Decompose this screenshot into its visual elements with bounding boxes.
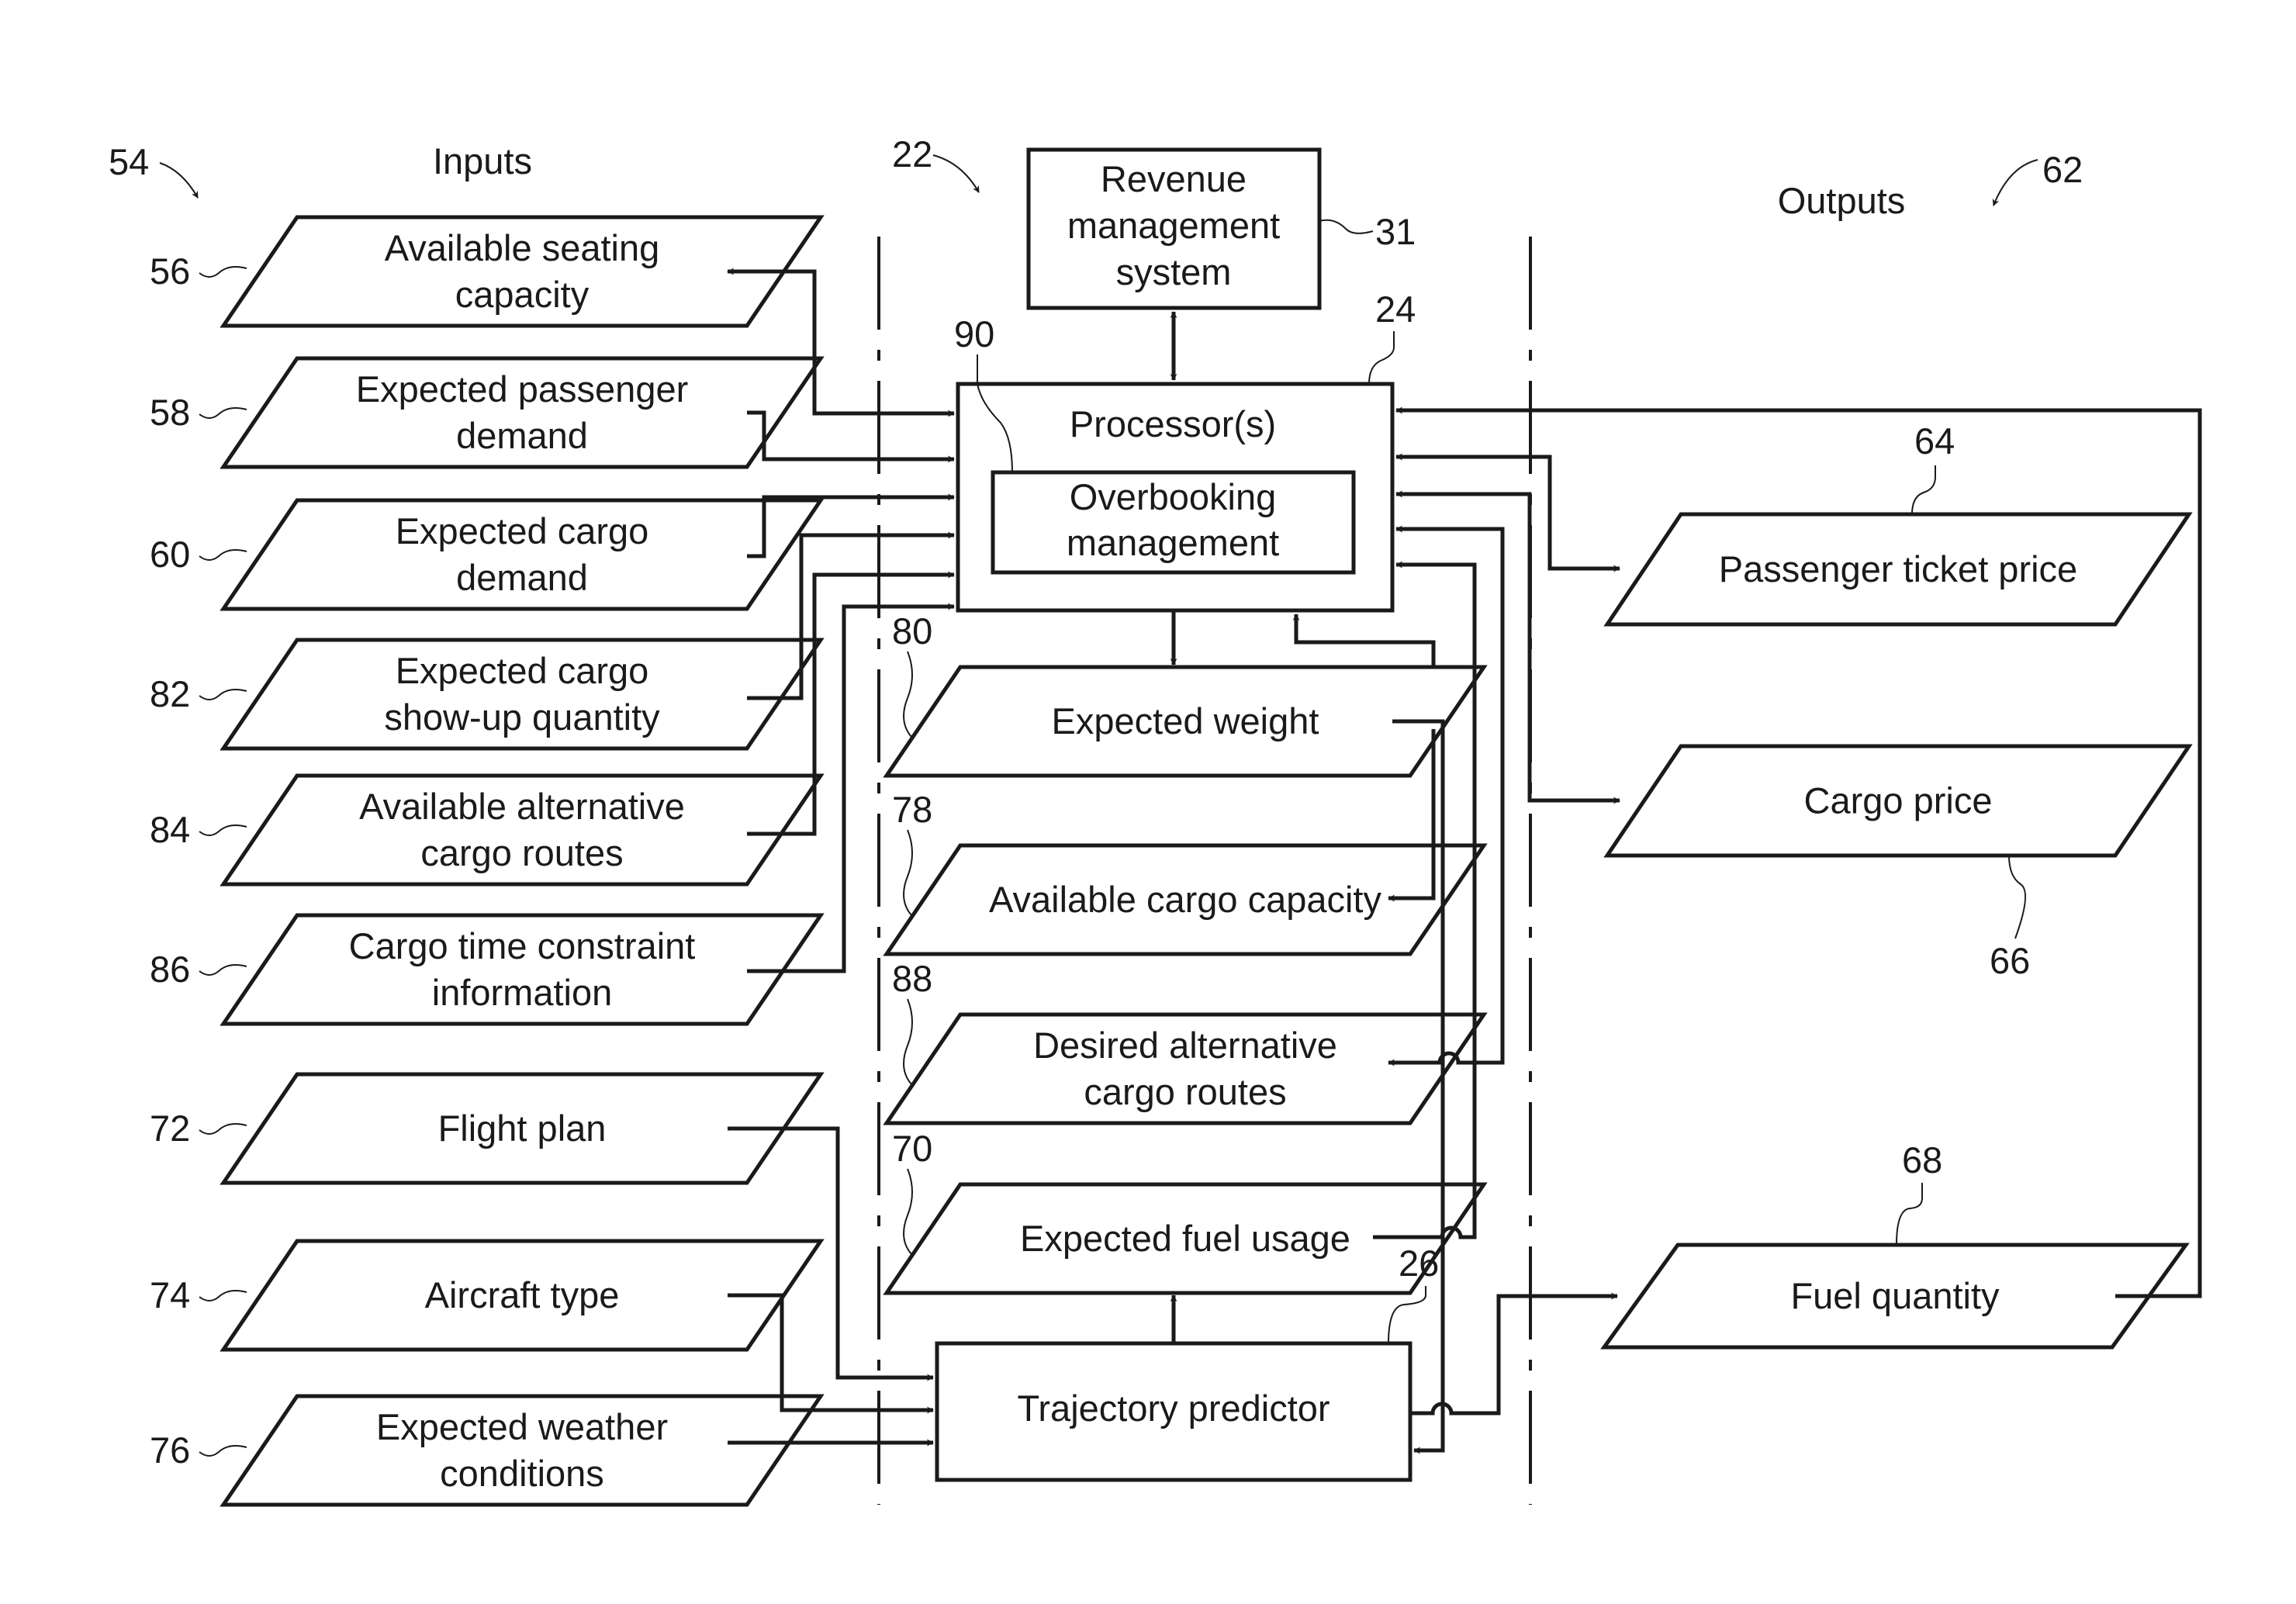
ref-label-74: 74 bbox=[150, 1274, 190, 1315]
intermediate-expected-fuel-usage-line-1: Expected fuel usage bbox=[1020, 1218, 1350, 1259]
input-cargo-time-constraint-information-line-2: information bbox=[432, 972, 613, 1013]
input-available-seating-capacity-line-2: capacity bbox=[455, 274, 590, 315]
input-expected-passenger-demand-line-1: Expected passenger bbox=[356, 368, 689, 410]
ref-label-inputs: 54 bbox=[109, 141, 149, 182]
intermediate-leader bbox=[903, 1168, 913, 1255]
input-expected-weather-conditions-line-1: Expected weather bbox=[376, 1406, 668, 1447]
input-leader bbox=[199, 1123, 247, 1135]
trajectory-predictor-box[interactable]: Trajectory predictor bbox=[935, 1341, 1413, 1482]
input-expected-cargo-demand-line-1: Expected cargo bbox=[396, 510, 649, 551]
revenue-line-1: Revenue bbox=[1101, 158, 1247, 199]
output-passenger-ticket-price[interactable]: Passenger ticket price bbox=[1603, 512, 2193, 627]
ref-label-26: 26 bbox=[1399, 1243, 1439, 1284]
input-leader bbox=[199, 549, 247, 561]
inputs-heading: Inputs bbox=[433, 140, 532, 181]
intermediate-desired-alternative-cargo-routes-line-1: Desired alternative bbox=[1033, 1025, 1337, 1066]
ref-label-outputs: 62 bbox=[2042, 149, 2083, 190]
input-expected-cargo-demand-line-2: demand bbox=[456, 557, 588, 598]
flow-diagram: Inputs Outputs 54 22 62 Available seatin… bbox=[109, 133, 2202, 1507]
ref-label-58: 58 bbox=[150, 392, 190, 433]
revenue-line-2: management bbox=[1067, 205, 1280, 246]
input-leader bbox=[199, 824, 247, 836]
input-available-alternative-cargo-routes-line-2: cargo routes bbox=[420, 832, 623, 873]
trajectory-label: Trajectory predictor bbox=[1017, 1388, 1330, 1429]
ref-label-system: 22 bbox=[892, 133, 932, 175]
input-expected-cargo-show-up-quantity-line-1: Expected cargo bbox=[396, 650, 649, 691]
overbooking-line-2: management bbox=[1067, 522, 1279, 563]
input-leader bbox=[199, 266, 247, 278]
ref-label-68: 68 bbox=[1902, 1139, 1942, 1181]
ref-label-86: 86 bbox=[150, 949, 190, 990]
output-leader bbox=[1911, 465, 1936, 515]
ref-label-66: 66 bbox=[1990, 940, 2030, 981]
intermediate-expected-weight-line-1: Expected weight bbox=[1052, 700, 1319, 742]
input-available-alternative-cargo-routes-line-1: Available alternative bbox=[359, 786, 685, 827]
inputs-column: Available seating capacity 56 Expected pass… bbox=[150, 215, 825, 1507]
outputs-heading: Outputs bbox=[1778, 180, 1906, 221]
intermediate-desired-alternative-cargo-routes-line-2: cargo routes bbox=[1084, 1071, 1286, 1112]
input-expected-cargo-show-up-quantity[interactable]: Expected cargo show-up quantity bbox=[220, 638, 825, 751]
overbooking-box[interactable]: Overbooking management bbox=[991, 470, 1356, 575]
ref-label-88: 88 bbox=[892, 958, 932, 999]
input-expected-weather-conditions-line-2: conditions bbox=[440, 1453, 604, 1494]
input-available-seating-capacity-line-1: Available seating bbox=[385, 227, 660, 268]
ref-label-82: 82 bbox=[150, 673, 190, 714]
cargo-price-connector bbox=[1395, 490, 1620, 804]
ref-label-56: 56 bbox=[150, 251, 190, 292]
input-leader bbox=[199, 964, 247, 976]
intermediate-leader bbox=[903, 829, 913, 916]
ref-label-84: 84 bbox=[150, 809, 190, 850]
ref-label-24: 24 bbox=[1375, 289, 1416, 330]
input-expected-passenger-demand[interactable]: Expected passenger demand bbox=[220, 356, 825, 469]
ref-label-76: 76 bbox=[150, 1429, 190, 1471]
ref-label-80: 80 bbox=[892, 610, 932, 652]
input-aircraft-type-line-1: Aircraft type bbox=[425, 1274, 620, 1315]
input-leader bbox=[199, 1290, 247, 1302]
input-cargo-time-constraint-information[interactable]: Cargo time constraint information bbox=[220, 913, 825, 1026]
inputs-ref-arrow-icon bbox=[159, 162, 199, 199]
desired-routes-connector bbox=[1388, 525, 1505, 1066]
input-leader bbox=[199, 1445, 247, 1457]
revenue-line-3: system bbox=[1116, 251, 1232, 292]
input-cargo-time-constraint-information-line-1: Cargo time constraint bbox=[349, 925, 696, 966]
input-available-alternative-cargo-routes[interactable]: Available alternative cargo routes bbox=[220, 773, 825, 887]
input-leader bbox=[199, 689, 247, 700]
ref-label-60: 60 bbox=[150, 534, 190, 575]
input-expected-cargo-demand[interactable]: Expected cargo demand bbox=[220, 498, 825, 611]
revenue-leader bbox=[1319, 219, 1374, 234]
output-fuel-quantity[interactable]: Fuel quantity bbox=[1600, 1243, 2190, 1350]
output-leader bbox=[1896, 1183, 1923, 1246]
ref-label-78: 78 bbox=[892, 789, 932, 830]
intermediate-desired-alternative-cargo-routes[interactable]: Desired alternative cargo routes bbox=[883, 1012, 1488, 1125]
intermediate-available-cargo-capacity-line-1: Available cargo capacity bbox=[989, 879, 1381, 920]
ref-label-72: 72 bbox=[150, 1108, 190, 1149]
input-leader bbox=[199, 407, 247, 419]
system-ref-arrow-icon bbox=[932, 154, 980, 193]
ref-label-64: 64 bbox=[1914, 420, 1955, 461]
output-leader bbox=[2008, 855, 2027, 939]
ref-label-90: 90 bbox=[954, 313, 994, 354]
output-cargo-price-line-1: Cargo price bbox=[1804, 780, 1993, 821]
intermediate-leader bbox=[903, 998, 913, 1085]
overbooking-line-1: Overbooking bbox=[1070, 476, 1277, 517]
ref-label-31: 31 bbox=[1375, 211, 1416, 252]
outputs-ref-arrow-icon bbox=[1992, 159, 2038, 206]
processor-leader bbox=[1368, 331, 1395, 385]
input-expected-cargo-show-up-quantity-line-2: show-up quantity bbox=[384, 697, 660, 738]
outputs-column: Passenger ticket price Cargo price Fuel qu… bbox=[1600, 420, 2193, 1350]
input-expected-passenger-demand-line-2: demand bbox=[456, 415, 588, 456]
input-expected-weather-conditions[interactable]: Expected weather conditions bbox=[220, 1394, 825, 1507]
intermediate-column: Expected weight 80 Available cargo capacit… bbox=[883, 610, 1488, 1295]
passenger-price-connector bbox=[1395, 453, 1620, 572]
revenue-management-box[interactable]: Revenue management system bbox=[1026, 147, 1322, 310]
intermediate-leader bbox=[903, 651, 913, 738]
input-flight-plan-line-1: Flight plan bbox=[438, 1108, 607, 1149]
output-cargo-price[interactable]: Cargo price bbox=[1603, 744, 2193, 858]
output-passenger-ticket-price-line-1: Passenger ticket price bbox=[1719, 548, 2077, 589]
ref-label-70: 70 bbox=[892, 1128, 932, 1169]
output-fuel-quantity-line-1: Fuel quantity bbox=[1790, 1275, 2000, 1316]
processor-label: Processor(s) bbox=[1070, 403, 1276, 444]
